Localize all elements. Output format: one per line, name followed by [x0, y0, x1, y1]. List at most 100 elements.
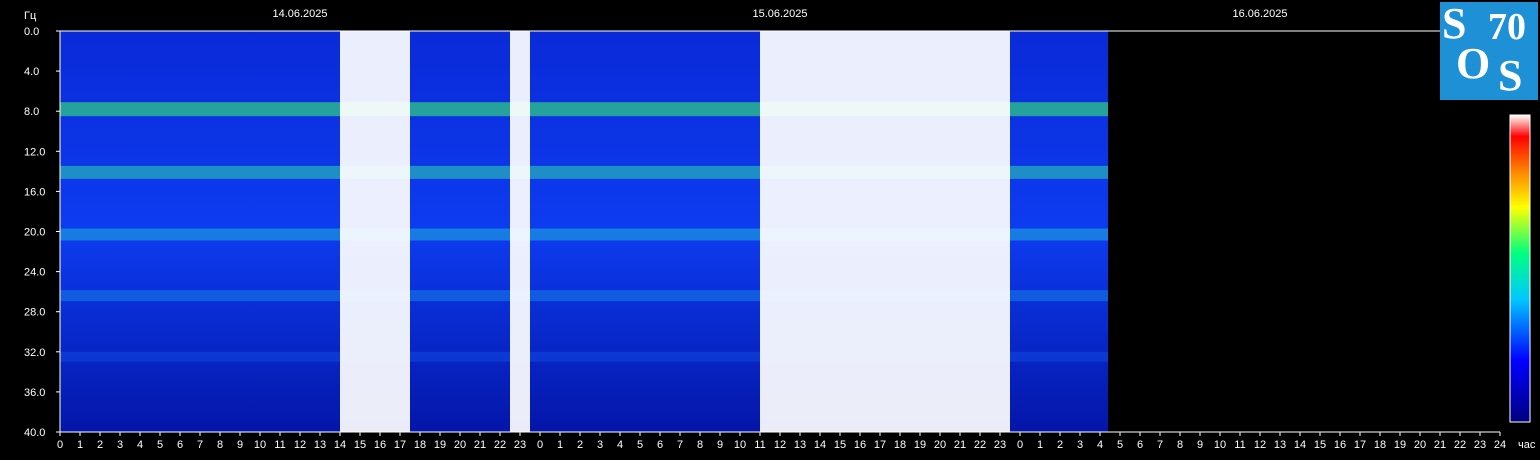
x-tick-label: 14: [814, 439, 826, 451]
y-tick-label: 36.0: [24, 387, 45, 399]
y-tick-label: 4.0: [24, 66, 39, 78]
x-tick-label: 6: [177, 439, 183, 451]
x-tick-label: 11: [754, 439, 765, 451]
x-tick-label: 15: [354, 439, 366, 451]
x-tick-label: 20: [454, 439, 466, 451]
x-tick-label: 12: [294, 439, 306, 451]
x-tick-label: 21: [474, 439, 486, 451]
y-tick-label: 12.0: [24, 146, 45, 158]
x-tick-label: 15: [834, 439, 846, 451]
high-intensity-period: [510, 31, 530, 432]
x-tick-label: 8: [217, 439, 223, 451]
x-tick-label: 16: [374, 439, 386, 451]
x-tick-label: 13: [1274, 439, 1286, 451]
x-tick-label: 14: [1294, 439, 1306, 451]
x-tick-label: 3: [117, 439, 123, 451]
x-tick-label: 2: [577, 439, 583, 451]
x-tick-label: 18: [1374, 439, 1386, 451]
date-label: 14.06.2025: [272, 8, 327, 20]
x-tick-label: 18: [414, 439, 426, 451]
x-tick-label: 9: [717, 439, 723, 451]
x-tick-label: 20: [1414, 439, 1426, 451]
x-tick-label: 19: [434, 439, 446, 451]
x-tick-label: 17: [394, 439, 406, 451]
x-tick-label: 1: [1037, 439, 1043, 451]
x-tick-label: 3: [597, 439, 603, 451]
x-tick-label: 12: [774, 439, 786, 451]
x-tick-label: 11: [1234, 439, 1245, 451]
x-tick-label: 14: [334, 439, 346, 451]
x-tick-label: 9: [1197, 439, 1203, 451]
x-tick-label: 5: [637, 439, 643, 451]
colorbar-scale: [1509, 114, 1531, 423]
x-tick-label: 22: [494, 439, 506, 451]
x-tick-label: 5: [1117, 439, 1123, 451]
x-tick-label: 0: [57, 439, 63, 451]
x-tick-label: 9: [237, 439, 243, 451]
x-tick-label: 16: [854, 439, 866, 451]
high-intensity-period: [760, 31, 1010, 432]
x-tick-label: 0: [1017, 439, 1023, 451]
sos70-logo: S 70 O S: [1440, 2, 1538, 100]
y-tick-label: 40.0: [24, 427, 45, 439]
x-tick-label: 1: [77, 439, 83, 451]
x-tick-label: 2: [97, 439, 103, 451]
logo-letter-s2: S: [1498, 51, 1523, 100]
x-tick-label: 12: [1254, 439, 1266, 451]
x-tick-label: 15: [1314, 439, 1326, 451]
y-tick-label: 0.0: [24, 26, 39, 38]
y-tick-label: 8.0: [24, 106, 39, 118]
x-tick-label: 23: [1474, 439, 1486, 451]
x-tick-label: 4: [1097, 439, 1103, 451]
y-tick-label: 28.0: [24, 307, 45, 319]
date-label: 16.06.2025: [1232, 8, 1287, 20]
x-tick-label: 23: [514, 439, 526, 451]
x-tick-label: 18: [894, 439, 906, 451]
x-tick-label: 17: [874, 439, 886, 451]
x-tick-label: 5: [157, 439, 163, 451]
x-tick-label: 22: [974, 439, 986, 451]
x-tick-label: 2: [1057, 439, 1063, 451]
x-tick-label: 24: [1494, 439, 1506, 451]
x-tick-label: 7: [1157, 439, 1163, 451]
x-tick-label: 21: [954, 439, 966, 451]
logo-number: 70: [1488, 6, 1526, 48]
x-tick-label: 16: [1334, 439, 1346, 451]
x-tick-label: 10: [1214, 439, 1226, 451]
x-tick-label: 8: [1177, 439, 1183, 451]
x-tick-label: 1: [557, 439, 563, 451]
x-tick-label: 13: [314, 439, 326, 451]
x-tick-label: 6: [657, 439, 663, 451]
x-tick-label: 17: [1354, 439, 1366, 451]
x-tick-label: 13: [794, 439, 806, 451]
x-tick-label: 23: [994, 439, 1006, 451]
x-tick-label: 19: [914, 439, 926, 451]
spectrogram-chart: Гц 0.0 4.0 8.0 12.0 16.0 20.0 24.0 28.0 32.0 36.0 4…: [24, 8, 1536, 451]
x-tick-label: 0: [537, 439, 543, 451]
x-tick-label: 7: [197, 439, 203, 451]
x-tick-label: 11: [274, 439, 285, 451]
y-tick-label: 20.0: [24, 227, 45, 239]
x-tick-label: 10: [734, 439, 746, 451]
y-tick-label: 32.0: [24, 347, 45, 359]
x-tick-label: 6: [1137, 439, 1143, 451]
x-axis-label: час: [1518, 439, 1536, 451]
x-tick-label: 8: [697, 439, 703, 451]
x-tick-label: 3: [1077, 439, 1083, 451]
colorbar: [1509, 114, 1531, 423]
y-tick-label: 16.0: [24, 186, 45, 198]
logo-letter-o: O: [1456, 39, 1491, 88]
x-tick-label: 21: [1434, 439, 1446, 451]
x-tick-label: 20: [934, 439, 946, 451]
date-label: 15.06.2025: [752, 8, 807, 20]
plot-area: [60, 31, 1108, 432]
x-tick-label: 10: [254, 439, 266, 451]
y-axis-label: Гц: [24, 10, 37, 22]
high-intensity-period: [340, 31, 410, 432]
x-tick-label: 7: [677, 439, 683, 451]
x-tick-label: 4: [617, 439, 623, 451]
x-tick-label: 4: [137, 439, 143, 451]
x-tick-label: 19: [1394, 439, 1406, 451]
x-tick-label: 22: [1454, 439, 1466, 451]
y-tick-label: 24.0: [24, 267, 45, 279]
